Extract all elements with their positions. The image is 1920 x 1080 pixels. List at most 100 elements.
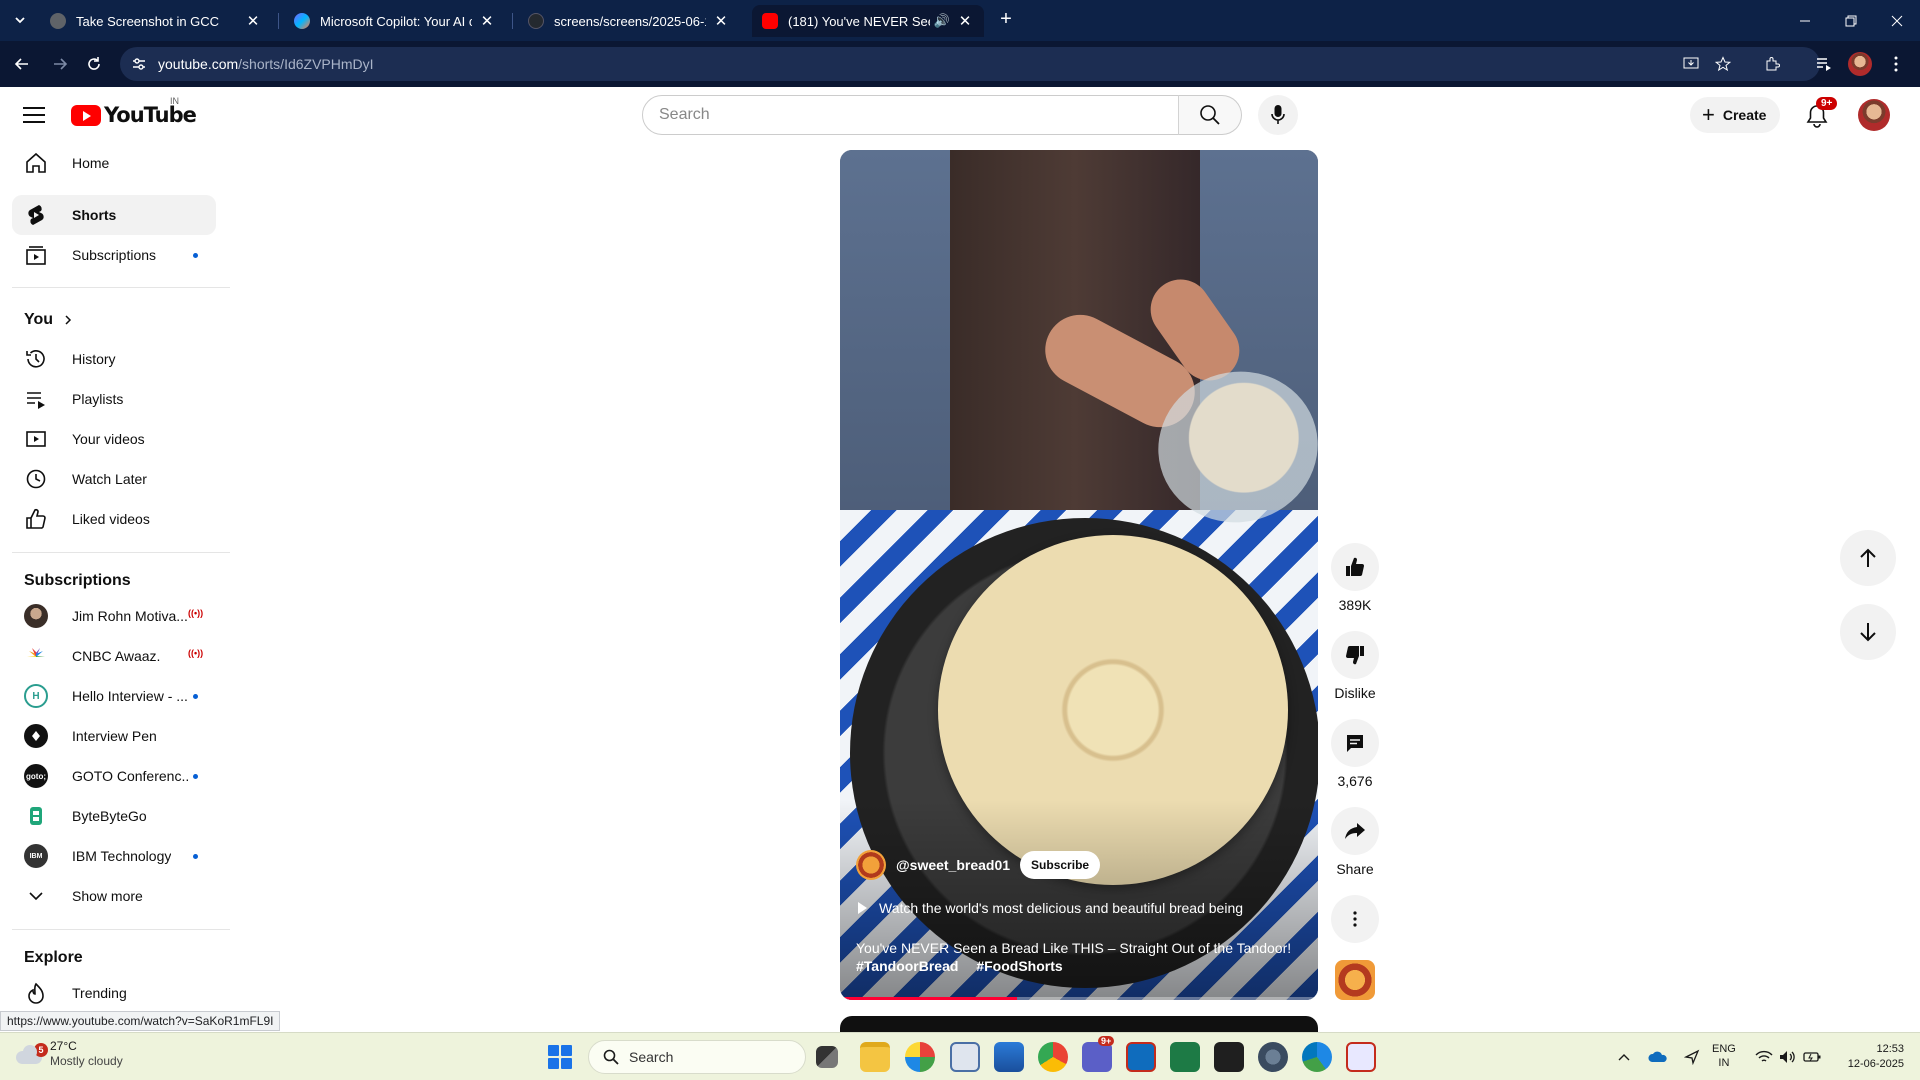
onedrive-icon[interactable] [1648,1047,1668,1067]
teams-icon[interactable]: 9+ [1082,1036,1115,1072]
task-view-icon[interactable] [816,1046,838,1068]
windows-logo-icon [548,1045,559,1056]
voice-search-button[interactable] [1258,95,1298,135]
like-button[interactable] [1331,543,1379,591]
terminal-icon[interactable] [1214,1042,1244,1072]
browser-profile-avatar[interactable] [1848,52,1872,76]
outlook-icon[interactable] [1126,1042,1156,1072]
subscription-channel[interactable]: CNBC Awaaz. ((•)) [12,636,216,676]
sidebar-item-playlists[interactable]: Playlists [12,379,216,419]
edge-icon[interactable] [1302,1042,1332,1072]
browser-tab[interactable]: Microsoft Copilot: Your AI comp ✕ [284,5,506,37]
file-explorer-icon[interactable] [860,1042,890,1072]
subscription-channel[interactable]: IBM IBM Technology [12,836,216,876]
extensions-button[interactable] [1760,52,1784,76]
url-bar[interactable]: youtube.com/shorts/Id6ZVPHmDyI [120,47,1820,81]
tab-close-icon[interactable]: ✕ [712,12,730,30]
browser-tab-active[interactable]: (181) You've NEVER Seen a 🔊 ✕ [752,5,984,37]
short-description-row[interactable]: Watch the world's most delicious and bea… [858,900,1243,916]
sidebar-item-label: Shorts [72,207,117,223]
subscription-channel[interactable]: ByteByteGo [12,796,216,836]
short-title[interactable]: You've NEVER Seen a Bread Like THIS – St… [856,938,1306,958]
weather-widget[interactable]: 5 27°C Mostly cloudy [14,1039,123,1069]
start-button[interactable] [548,1045,572,1069]
next-short-button[interactable] [1840,604,1896,660]
tab-close-icon[interactable]: ✕ [956,12,974,30]
more-actions-button[interactable] [1331,895,1379,943]
site-info-button[interactable] [128,53,150,75]
live-indicator-icon: ((•)) [188,608,204,618]
share-button[interactable] [1331,807,1379,855]
forward-button[interactable] [48,52,72,76]
search-box[interactable] [642,95,1179,135]
volume-icon[interactable] [1778,1047,1798,1067]
sidebar-you-heading[interactable]: You [24,311,73,329]
back-button[interactable] [10,52,34,76]
hashtag-link[interactable]: #TandoorBread [856,958,958,974]
youtube-logo[interactable]: YouTube IN [71,96,197,127]
taskbar-search[interactable]: Search [588,1040,806,1074]
system-clock[interactable]: 12:53 12-06-2025 [1836,1042,1904,1072]
comments-button[interactable] [1331,719,1379,767]
browser-tab[interactable]: Take Screenshot in GCC ✕ [40,5,272,37]
settings-icon[interactable] [1258,1042,1288,1072]
input-language-indicator[interactable]: ENG IN [1712,1042,1736,1070]
short-audio-channel-thumbnail[interactable] [1335,960,1375,1000]
tab-close-icon[interactable]: ✕ [478,12,496,30]
dislike-button[interactable] [1331,631,1379,679]
subscribe-button[interactable]: Subscribe [1020,851,1101,879]
search-input[interactable] [659,106,1178,124]
short-channel-avatar[interactable] [856,850,886,880]
short-video-player[interactable]: @sweet_bread01 Subscribe Watch the world… [840,150,1318,1000]
subscription-channel[interactable]: Interview Pen [12,716,216,756]
location-icon[interactable] [1682,1047,1702,1067]
wifi-icon[interactable] [1754,1047,1774,1067]
show-hidden-icons-button[interactable] [1614,1047,1634,1067]
bookmark-button[interactable] [1712,53,1734,75]
sidebar-item-home[interactable]: Home [12,143,216,183]
chrome-icon[interactable] [1038,1042,1068,1072]
sidebar-item-your-videos[interactable]: Your videos [12,419,216,459]
sidebar-item-liked-videos[interactable]: Liked videos [12,499,216,539]
remote-desktop-icon[interactable] [994,1042,1024,1072]
chevron-right-icon [65,315,72,325]
video-progress-bar[interactable] [840,997,1318,1000]
sidebar-item-trending[interactable]: Trending [12,973,216,1013]
browser-menu-button[interactable] [1884,52,1908,76]
account-avatar[interactable] [1858,99,1890,131]
previous-short-button[interactable] [1840,530,1896,586]
short-channel-handle[interactable]: @sweet_bread01 [896,857,1010,873]
sidebar-item-subscriptions[interactable]: Subscriptions [12,235,216,275]
close-window-button[interactable] [1874,0,1920,41]
tab-search-menu-button[interactable] [8,8,32,32]
search-button[interactable] [1178,95,1242,135]
media-control-button[interactable] [1812,52,1836,76]
sidebar-item-watch-later[interactable]: Watch Later [12,459,216,499]
notifications-button[interactable]: 9+ [1802,97,1838,131]
restore-button[interactable] [1828,0,1874,41]
subscription-channel[interactable]: goto; GOTO Conferenc... [12,756,216,796]
browser-tab[interactable]: screens/screens/2025-06-12_09 ✕ [518,5,740,37]
minimize-button[interactable] [1782,0,1828,41]
sidebar-item-label: Trending [72,985,127,1001]
install-app-button[interactable] [1680,53,1702,75]
channel-avatar: goto; [24,764,48,788]
history-icon [24,347,48,371]
subscription-channel[interactable]: Jim Rohn Motiva... ((•)) [12,596,216,636]
reload-button[interactable] [82,52,106,76]
battery-icon[interactable] [1802,1047,1822,1067]
guide-menu-button[interactable] [20,101,48,129]
app-cluster-icon[interactable] [905,1042,935,1072]
tab-close-icon[interactable]: ✕ [244,12,262,30]
create-button[interactable]: + Create [1690,97,1781,133]
hashtag-link[interactable]: #FoodShorts [976,958,1062,974]
window-app-icon[interactable] [950,1042,980,1072]
subscription-channel[interactable]: H Hello Interview - ... [12,676,216,716]
new-tab-button[interactable]: + [994,8,1018,32]
sidebar-item-history[interactable]: History [12,339,216,379]
snipping-tool-icon[interactable] [1346,1042,1376,1072]
speaker-icon[interactable]: 🔊 [934,13,950,29]
sidebar-item-shorts[interactable]: Shorts [12,195,216,235]
excel-icon[interactable] [1170,1042,1200,1072]
show-more-button[interactable]: Show more [12,876,216,916]
